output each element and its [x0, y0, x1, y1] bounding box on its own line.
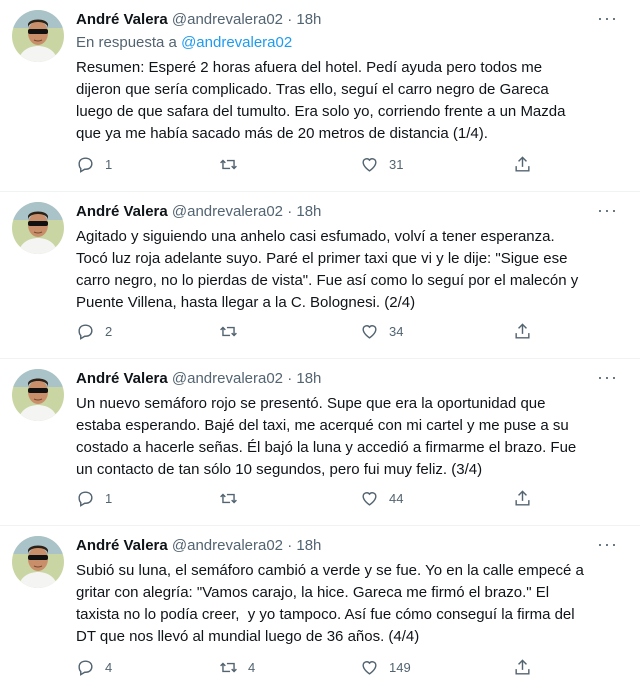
- divider: [0, 525, 640, 526]
- author-handle[interactable]: @andrevalera02: [172, 537, 283, 554]
- retweet-button[interactable]: 4: [219, 658, 255, 677]
- like-button[interactable]: 44: [360, 489, 403, 508]
- like-count: 34: [389, 324, 404, 339]
- reply-icon: [78, 660, 93, 676]
- author-name[interactable]: André Valera: [76, 537, 168, 554]
- heart-icon: [362, 325, 377, 339]
- retweet-button[interactable]: [219, 155, 248, 174]
- reply-button[interactable]: 2: [76, 322, 112, 341]
- more-dots-icon[interactable]: ···: [597, 367, 618, 388]
- tweet-header: André Valera @andrevalera02 · 18h: [76, 203, 322, 220]
- tweet-header: André Valera @andrevalera02 · 18h: [76, 537, 322, 554]
- retweet-icon: [220, 662, 237, 673]
- reply-button[interactable]: 4: [76, 658, 112, 677]
- divider: [0, 191, 640, 192]
- tweet-header: André Valera @andrevalera02 · 18h: [76, 11, 322, 28]
- avatar[interactable]: [12, 536, 64, 588]
- reply-handle-link[interactable]: @andrevalera02: [181, 34, 292, 51]
- heart-icon: [362, 492, 377, 506]
- timestamp[interactable]: 18h: [296, 537, 321, 554]
- retweet-icon: [220, 159, 237, 170]
- reply-icon: [78, 157, 93, 173]
- tweet-text: Agitado y siguiendo una anhelo casi esfu…: [76, 228, 579, 311]
- author-handle[interactable]: @andrevalera02: [172, 11, 283, 28]
- profile-photo: [12, 202, 64, 254]
- retweet-button[interactable]: [219, 489, 248, 508]
- reply-icon: [78, 324, 93, 340]
- share-button[interactable]: [513, 155, 532, 174]
- share-icon: [515, 490, 530, 506]
- reply-count: 1: [105, 157, 113, 172]
- retweet-icon: [220, 493, 237, 504]
- author-name[interactable]: André Valera: [76, 11, 168, 28]
- profile-photo: [12, 369, 64, 421]
- reply-count: 1: [105, 491, 113, 506]
- share-button[interactable]: [513, 322, 532, 341]
- like-button[interactable]: 149: [360, 658, 411, 677]
- reply-icon: [78, 491, 93, 507]
- avatar[interactable]: [12, 202, 64, 254]
- heart-icon: [362, 158, 377, 172]
- reply-button[interactable]: 1: [76, 489, 112, 508]
- tweet-text: Un nuevo semáforo rojo se presentó. Supe…: [76, 395, 577, 478]
- tweet-actions: 2 34: [76, 322, 536, 346]
- author-name[interactable]: André Valera: [76, 203, 168, 220]
- share-button[interactable]: [513, 489, 532, 508]
- reply-prefix: En respuesta a: [76, 34, 177, 51]
- avatar[interactable]: [12, 369, 64, 421]
- tweet-header: André Valera @andrevalera02 · 18h: [76, 370, 322, 387]
- tweet-text: Resumen: Esperé 2 horas afuera del hotel…: [76, 59, 566, 142]
- timestamp[interactable]: 18h: [296, 203, 321, 220]
- reply-context: En respuesta a @andrevalera02: [76, 34, 292, 51]
- profile-photo: [12, 10, 64, 62]
- share-icon: [515, 323, 530, 339]
- like-count: 44: [389, 491, 404, 506]
- reply-count: 4: [105, 660, 113, 675]
- share-icon: [515, 156, 530, 172]
- tweet-text: Subió su luna, el semáforo cambió a verd…: [76, 562, 584, 645]
- timestamp[interactable]: 18h: [296, 370, 321, 387]
- tweet-actions: 4 4 149: [76, 658, 536, 682]
- more-dots-icon[interactable]: ···: [597, 8, 618, 29]
- timestamp[interactable]: 18h: [296, 11, 321, 28]
- avatar[interactable]: [12, 10, 64, 62]
- more-dots-icon[interactable]: ···: [597, 200, 618, 221]
- more-dots-icon[interactable]: ···: [597, 534, 618, 555]
- tweet-actions: 1 44: [76, 489, 536, 513]
- retweet-count: 4: [248, 660, 256, 675]
- profile-photo: [12, 536, 64, 588]
- retweet-button[interactable]: [219, 322, 248, 341]
- author-handle[interactable]: @andrevalera02: [172, 203, 283, 220]
- reply-button[interactable]: 1: [76, 155, 112, 174]
- author-handle[interactable]: @andrevalera02: [172, 370, 283, 387]
- like-count: 31: [389, 157, 404, 172]
- tweet-actions: 1 31: [76, 155, 536, 179]
- share-icon: [515, 659, 530, 675]
- like-count: 149: [389, 660, 411, 675]
- retweet-icon: [220, 326, 237, 337]
- like-button[interactable]: 34: [360, 322, 403, 341]
- like-button[interactable]: 31: [360, 155, 403, 174]
- divider: [0, 358, 640, 359]
- author-name[interactable]: André Valera: [76, 370, 168, 387]
- share-button[interactable]: [513, 658, 532, 677]
- reply-count: 2: [105, 324, 113, 339]
- heart-icon: [362, 661, 377, 675]
